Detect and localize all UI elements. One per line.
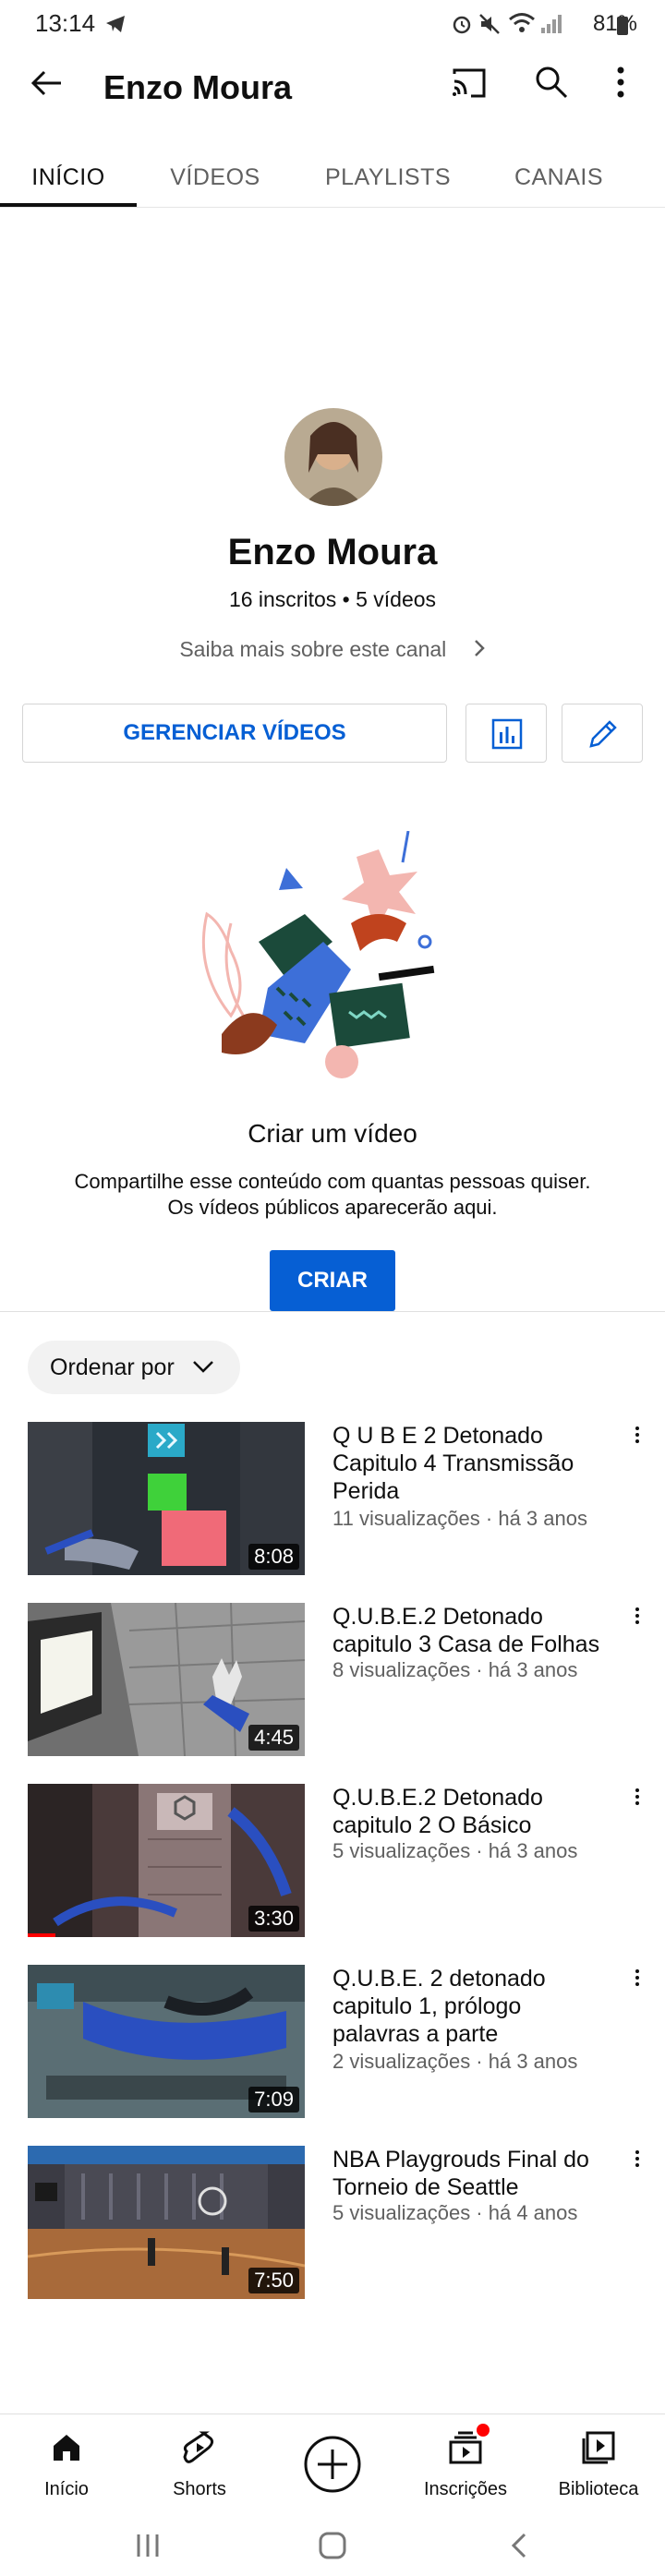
video-thumbnail[interactable]: 8:08 [28, 1422, 305, 1575]
create-button-label: CRIAR [297, 1268, 368, 1293]
video-duration: 7:50 [248, 2268, 299, 2293]
back-arrow-icon[interactable] [28, 65, 65, 102]
status-bar: 13:14 81% [0, 0, 665, 52]
nav-shorts[interactable]: Shorts [133, 2424, 266, 2512]
signal-icon [541, 15, 562, 33]
tab-canais[interactable]: CANAIS [490, 150, 628, 205]
video-duration: 3:30 [248, 1906, 299, 1932]
nav-create[interactable] [266, 2424, 399, 2512]
video-title: Q U B E 2 Detonado Capitulo 4 Transmissã… [332, 1423, 574, 1504]
video-item[interactable]: 7:50 NBA Playgrouds Final do Torneio de … [0, 2146, 665, 2303]
video-title: Q.U.B.E. 2 detonado capitulo 1, prólogo … [332, 1966, 546, 2047]
status-time: 13:14 [35, 9, 96, 37]
tab-inicio[interactable]: INÍCIO [0, 150, 137, 205]
analytics-icon [491, 718, 523, 750]
video-item[interactable]: 3:30 Q.U.B.E.2 Detonado capitulo 2 O Bás… [0, 1784, 665, 1941]
nav-home[interactable]: Início [0, 2424, 133, 2512]
empty-state-description: Compartilhe esse conteúdo com quantas pe… [37, 1169, 628, 1221]
video-duration: 4:45 [248, 1725, 299, 1751]
active-tab-indicator [0, 203, 137, 207]
video-thumbnail[interactable]: 3:30 [28, 1784, 305, 1937]
manage-videos-label: GERENCIAR VÍDEOS [123, 720, 346, 745]
video-title: NBA Playgrouds Final do Torneio de Seatt… [332, 2147, 589, 2200]
nav-home-label: Início [44, 2479, 89, 2499]
nav-library[interactable]: Biblioteca [532, 2424, 665, 2512]
video-item[interactable]: 8:08 Q U B E 2 Detonado Capitulo 4 Trans… [0, 1422, 665, 1579]
video-thumbnail[interactable]: 7:09 [28, 1965, 305, 2118]
video-meta: 5 visualizações · há 4 anos [332, 2201, 578, 2224]
sort-by-chip[interactable]: Ordenar por [28, 1341, 240, 1394]
cast-icon[interactable] [451, 66, 488, 100]
video-thumbnail[interactable]: 7:50 [28, 2146, 305, 2299]
notification-dot [477, 2424, 490, 2437]
channel-stats: 16 inscritos • 5 vídeos [228, 587, 437, 611]
empty-state-line-1: Compartilhe esse conteúdo com quantas pe… [74, 1170, 591, 1193]
nav-library-label: Biblioteca [558, 2479, 639, 2499]
search-icon[interactable] [534, 65, 569, 100]
video-meta: 5 visualizações · há 3 anos [332, 1839, 578, 1862]
video-title: Q.U.B.E.2 Detonado capitulo 2 O Básico [332, 1785, 543, 1838]
create-icon [304, 2436, 361, 2493]
video-meta: 2 visualizações · há 3 anos [332, 2050, 578, 2073]
shorts-icon [183, 2431, 214, 2463]
page-title: Enzo Moura [103, 68, 292, 106]
watch-progress-bar [28, 1933, 55, 1937]
bottom-navigation: Início Shorts Inscrições Biblioteca [0, 2413, 665, 2514]
about-channel-link[interactable]: Saiba mais sobre este canal [0, 637, 665, 662]
empty-state-title: Criar um vídeo [248, 1119, 417, 1148]
video-item[interactable]: 7:09 Q.U.B.E. 2 detonado capitulo 1, pró… [0, 1965, 665, 2122]
telegram-icon [106, 16, 125, 32]
tab-playlists[interactable]: PLAYLISTS [305, 150, 471, 205]
create-button[interactable]: CRIAR [270, 1250, 395, 1311]
video-thumbnail[interactable]: 4:45 [28, 1603, 305, 1756]
section-divider [0, 1311, 665, 1312]
more-vertical-icon[interactable] [615, 65, 626, 100]
channel-name: Enzo Moura [227, 532, 438, 572]
system-navigation [0, 2513, 665, 2576]
about-channel-label: Saiba mais sobre este canal [179, 637, 447, 661]
library-icon [582, 2431, 615, 2464]
home-icon [54, 2435, 79, 2461]
nav-subscriptions-label: Inscrições [423, 2479, 508, 2499]
video-item[interactable]: 4:45 Q.U.B.E.2 Detonado capitulo 3 Casa … [0, 1603, 665, 1760]
video-meta: 8 visualizações · há 3 anos [332, 1658, 578, 1681]
battery-icon [617, 17, 628, 35]
video-duration: 8:08 [248, 1544, 299, 1570]
chevron-right-icon [474, 640, 485, 656]
video-meta: 11 visualizações · há 3 anos [332, 1507, 587, 1530]
wifi-icon [509, 13, 535, 32]
sort-by-label: Ordenar por [50, 1354, 175, 1380]
pencil-icon [589, 720, 617, 748]
more-vertical-icon[interactable] [632, 1967, 643, 1994]
channel-avatar[interactable] [284, 408, 382, 506]
analytics-button[interactable] [466, 704, 547, 763]
recent-apps-icon[interactable] [133, 2532, 163, 2559]
chevron-down-icon [193, 1361, 213, 1373]
back-button-icon[interactable] [508, 2532, 530, 2559]
video-duration: 7:09 [248, 2087, 299, 2113]
manage-videos-button[interactable]: GERENCIAR VÍDEOS [22, 704, 447, 763]
nav-shorts-label: Shorts [173, 2479, 226, 2499]
empty-state-line-2: Os vídeos públicos aparecerão aqui. [167, 1196, 498, 1219]
more-vertical-icon[interactable] [632, 2148, 643, 2175]
nav-subscriptions[interactable]: Inscrições [399, 2424, 532, 2512]
tab-videos[interactable]: VÍDEOS [137, 150, 294, 205]
alarm-icon [453, 16, 471, 34]
mute-icon [479, 14, 500, 34]
more-vertical-icon[interactable] [632, 1786, 643, 1813]
channel-tabs: INÍCIO VÍDEOS PLAYLISTS CANAIS [0, 164, 665, 208]
more-vertical-icon[interactable] [632, 1424, 643, 1451]
video-title: Q.U.B.E.2 Detonado capitulo 3 Casa de Fo… [332, 1604, 600, 1657]
battery-level: 81% [592, 11, 637, 36]
edit-channel-button[interactable] [562, 704, 643, 763]
more-vertical-icon[interactable] [632, 1605, 643, 1632]
create-video-illustration [201, 831, 435, 1078]
home-button-icon[interactable] [318, 2532, 347, 2559]
